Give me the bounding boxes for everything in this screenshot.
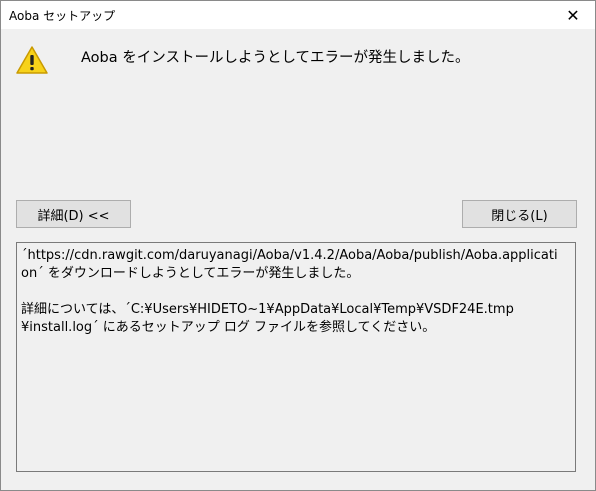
warning-icon <box>16 46 48 74</box>
window-title: Aoba セットアップ <box>9 9 116 23</box>
close-button[interactable]: 閉じる(L) <box>462 200 577 228</box>
details-textbox[interactable]: ´https://cdn.rawgit.com/daruyanagi/Aoba/… <box>16 242 576 472</box>
close-icon[interactable]: ✕ <box>551 1 595 29</box>
details-button[interactable]: 詳細(D) << <box>16 200 131 228</box>
setup-dialog: Aoba セットアップ ✕ Aoba をインストールしようとしてエラーが発生しま… <box>0 0 596 491</box>
title-bar[interactable]: Aoba セットアップ ✕ <box>1 1 595 29</box>
error-message: Aoba をインストールしようとしてエラーが発生しました。 <box>81 50 470 66</box>
